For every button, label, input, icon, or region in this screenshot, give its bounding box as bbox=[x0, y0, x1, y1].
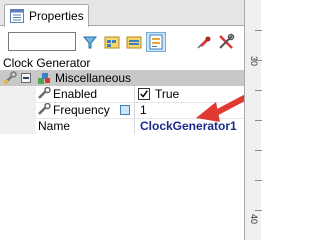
ruler-label: 40 bbox=[249, 214, 259, 225]
property-value[interactable]: 1 bbox=[140, 103, 147, 117]
property-name: Enabled bbox=[53, 87, 98, 101]
ruler-tick bbox=[255, 120, 262, 121]
enabled-checkbox[interactable] bbox=[138, 88, 150, 100]
tools-icon[interactable] bbox=[216, 32, 236, 52]
pin-icon[interactable] bbox=[194, 32, 214, 52]
ruler-tick bbox=[255, 90, 262, 91]
property-name: Frequency bbox=[53, 103, 110, 117]
wrench-icon bbox=[4, 71, 17, 84]
checkmark-icon bbox=[140, 90, 148, 98]
property-pages-button[interactable] bbox=[146, 32, 166, 52]
property-value: True bbox=[155, 87, 180, 101]
selected-object-name: Clock Generator bbox=[3, 56, 91, 70]
tab-properties[interactable]: Properties bbox=[4, 4, 89, 27]
object-selector-combo[interactable] bbox=[8, 32, 76, 51]
category-label: Miscellaneous bbox=[55, 71, 132, 85]
ruler-tick bbox=[255, 30, 262, 31]
categorized-icon[interactable] bbox=[102, 32, 122, 52]
filter-icon[interactable] bbox=[80, 32, 100, 52]
ruler-tick bbox=[255, 180, 262, 181]
collapse-toggle[interactable] bbox=[21, 73, 31, 83]
vertical-ruler: 30 40 bbox=[244, 0, 262, 240]
alphabetical-icon[interactable] bbox=[124, 32, 144, 52]
ruler-tick bbox=[255, 150, 262, 151]
tab-label: Properties bbox=[29, 9, 84, 23]
property-pages-icon bbox=[149, 34, 163, 50]
properties-toolbar bbox=[0, 27, 244, 55]
red-arrow-annotation bbox=[196, 93, 251, 122]
binding-icon[interactable] bbox=[120, 105, 130, 115]
property-name: Name bbox=[38, 119, 71, 133]
category-icon bbox=[38, 73, 50, 84]
category-row-miscellaneous[interactable]: Miscellaneous bbox=[0, 70, 244, 86]
tab-strip: Properties bbox=[0, 0, 244, 27]
properties-panel: Properties Clock Generator Miscellaneous… bbox=[0, 0, 251, 240]
ruler-tick bbox=[255, 210, 262, 211]
ruler-label: 30 bbox=[249, 56, 259, 67]
wrench-icon bbox=[38, 103, 51, 115]
wrench-icon bbox=[38, 87, 51, 99]
properties-window-icon bbox=[10, 9, 24, 23]
